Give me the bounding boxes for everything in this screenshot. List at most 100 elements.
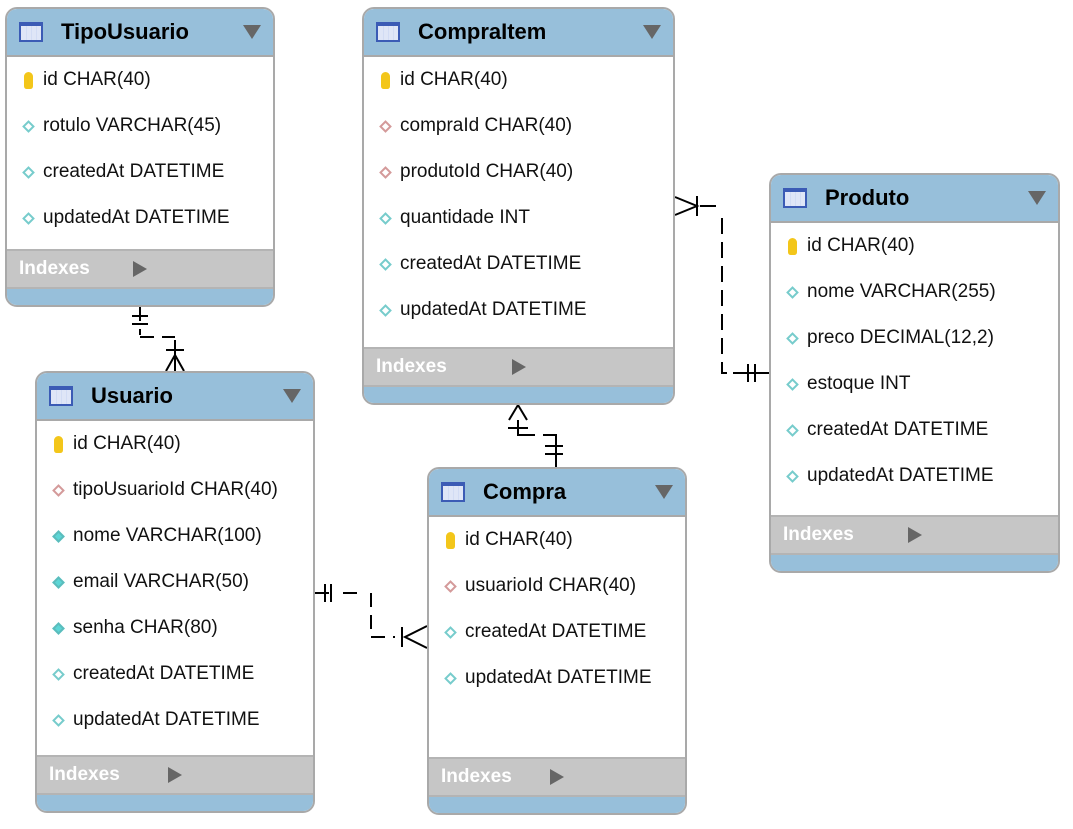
foreign-key-diamond-icon <box>378 119 392 133</box>
column-row[interactable]: id CHAR(40) <box>7 57 273 103</box>
column-row[interactable]: quantidade INT <box>364 195 673 241</box>
indexes-section[interactable]: Indexes <box>364 347 673 385</box>
column-label: createdAt DATETIME <box>400 253 582 274</box>
column-label: createdAt DATETIME <box>807 419 989 440</box>
columns-list: id CHAR(40) usuarioId CHAR(40) createdAt D… <box>429 517 685 757</box>
table-header[interactable]: Produto <box>771 175 1058 223</box>
column-diamond-icon <box>21 211 35 225</box>
expand-triangle-icon[interactable] <box>168 767 301 783</box>
collapse-triangle-icon[interactable] <box>243 25 261 39</box>
table-footer <box>37 793 313 811</box>
table-icon <box>49 386 73 406</box>
column-row[interactable]: tipoUsuarioId CHAR(40) <box>37 467 313 513</box>
foreign-key-diamond-icon <box>51 483 65 497</box>
table-name: Compra <box>483 479 567 504</box>
column-label: createdAt DATETIME <box>43 161 225 182</box>
table-tipousuario[interactable]: TipoUsuario id CHAR(40) rotulo VARCHAR(45… <box>5 7 275 307</box>
column-label: estoque INT <box>807 373 911 394</box>
table-header[interactable]: TipoUsuario <box>7 9 273 57</box>
collapse-triangle-icon[interactable] <box>643 25 661 39</box>
column-row[interactable]: createdAt DATETIME <box>7 149 273 195</box>
indexes-section[interactable]: Indexes <box>7 249 273 287</box>
column-row[interactable]: nome VARCHAR(255) <box>771 269 1058 315</box>
column-label: updatedAt DATETIME <box>465 667 652 688</box>
primary-key-icon <box>445 531 455 549</box>
indexes-section[interactable]: Indexes <box>37 755 313 793</box>
column-row[interactable]: createdAt DATETIME <box>429 609 685 655</box>
columns-list: id CHAR(40) tipoUsuarioId CHAR(40) nome VA… <box>37 421 313 755</box>
table-header[interactable]: Compra <box>429 469 685 517</box>
table-name: TipoUsuario <box>61 19 189 44</box>
column-diamond-icon <box>443 671 457 685</box>
collapse-triangle-icon[interactable] <box>283 389 301 403</box>
column-diamond-icon <box>51 713 65 727</box>
column-label: createdAt DATETIME <box>73 663 255 684</box>
table-name: CompraItem <box>418 19 547 44</box>
table-footer <box>771 553 1058 571</box>
column-row[interactable]: updatedAt DATETIME <box>771 453 1058 499</box>
column-row[interactable]: compraId CHAR(40) <box>364 103 673 149</box>
column-label: updatedAt DATETIME <box>807 465 994 486</box>
table-produto[interactable]: Produto id CHAR(40) nome VARCHAR(255) prec… <box>769 173 1060 573</box>
column-row[interactable]: createdAt DATETIME <box>364 241 673 287</box>
column-label: id CHAR(40) <box>465 529 573 550</box>
column-label: nome VARCHAR(100) <box>73 525 262 546</box>
indexes-label: Indexes <box>49 764 120 785</box>
table-header[interactable]: Usuario <box>37 373 313 421</box>
column-row[interactable]: createdAt DATETIME <box>37 651 313 697</box>
column-row[interactable]: id CHAR(40) <box>429 517 685 563</box>
collapse-triangle-icon[interactable] <box>1028 191 1046 205</box>
column-label: senha CHAR(80) <box>73 617 218 638</box>
columns-list: id CHAR(40) rotulo VARCHAR(45) createdAt D… <box>7 57 273 249</box>
primary-key-icon <box>53 435 63 453</box>
column-row[interactable]: email VARCHAR(50) <box>37 559 313 605</box>
table-compra[interactable]: Compra id CHAR(40) usuarioId CHAR(40) crea… <box>427 467 687 815</box>
column-row[interactable]: rotulo VARCHAR(45) <box>7 103 273 149</box>
relationship-usuario-compra <box>315 584 428 649</box>
column-row[interactable]: produtoId CHAR(40) <box>364 149 673 195</box>
column-label: id CHAR(40) <box>73 433 181 454</box>
column-row[interactable]: id CHAR(40) <box>37 421 313 467</box>
expand-triangle-icon[interactable] <box>550 769 673 785</box>
table-header[interactable]: CompraItem <box>364 9 673 57</box>
column-row[interactable]: estoque INT <box>771 361 1058 407</box>
not-null-column-icon <box>51 529 65 543</box>
column-row[interactable]: usuarioId CHAR(40) <box>429 563 685 609</box>
column-row[interactable]: id CHAR(40) <box>771 223 1058 269</box>
column-label: updatedAt DATETIME <box>400 299 587 320</box>
columns-list: id CHAR(40) nome VARCHAR(255) preco DECIMA… <box>771 223 1058 515</box>
column-label: quantidade INT <box>400 207 530 228</box>
column-diamond-icon <box>21 119 35 133</box>
expand-triangle-icon[interactable] <box>907 527 1047 543</box>
indexes-label: Indexes <box>376 356 447 377</box>
column-row[interactable]: createdAt DATETIME <box>771 407 1058 453</box>
collapse-triangle-icon[interactable] <box>655 485 673 499</box>
table-compraitem[interactable]: CompraItem id CHAR(40) compraId CHAR(40) p… <box>362 7 675 405</box>
table-name: Produto <box>825 185 910 210</box>
table-usuario[interactable]: Usuario id CHAR(40) tipoUsuarioId CHAR(40… <box>35 371 315 813</box>
primary-key-icon <box>787 237 797 255</box>
column-diamond-icon <box>443 625 457 639</box>
column-row[interactable]: nome VARCHAR(100) <box>37 513 313 559</box>
column-row[interactable]: updatedAt DATETIME <box>429 655 685 701</box>
column-row[interactable]: updatedAt DATETIME <box>7 195 273 241</box>
column-label: tipoUsuarioId CHAR(40) <box>73 479 278 500</box>
column-diamond-icon <box>785 469 799 483</box>
table-icon <box>441 482 465 502</box>
column-row[interactable]: updatedAt DATETIME <box>37 697 313 743</box>
column-row[interactable]: senha CHAR(80) <box>37 605 313 651</box>
table-footer <box>364 385 673 403</box>
indexes-section[interactable]: Indexes <box>771 515 1058 553</box>
column-label: email VARCHAR(50) <box>73 571 249 592</box>
expand-triangle-icon[interactable] <box>511 359 662 375</box>
expand-triangle-icon[interactable] <box>133 261 261 277</box>
column-label: compraId CHAR(40) <box>400 115 573 136</box>
indexes-section[interactable]: Indexes <box>429 757 685 795</box>
column-diamond-icon <box>785 377 799 391</box>
column-row[interactable]: id CHAR(40) <box>364 57 673 103</box>
column-label: updatedAt DATETIME <box>43 207 230 228</box>
column-row[interactable]: preco DECIMAL(12,2) <box>771 315 1058 361</box>
not-null-column-icon <box>51 621 65 635</box>
foreign-key-diamond-icon <box>443 579 457 593</box>
column-row[interactable]: updatedAt DATETIME <box>364 287 673 333</box>
